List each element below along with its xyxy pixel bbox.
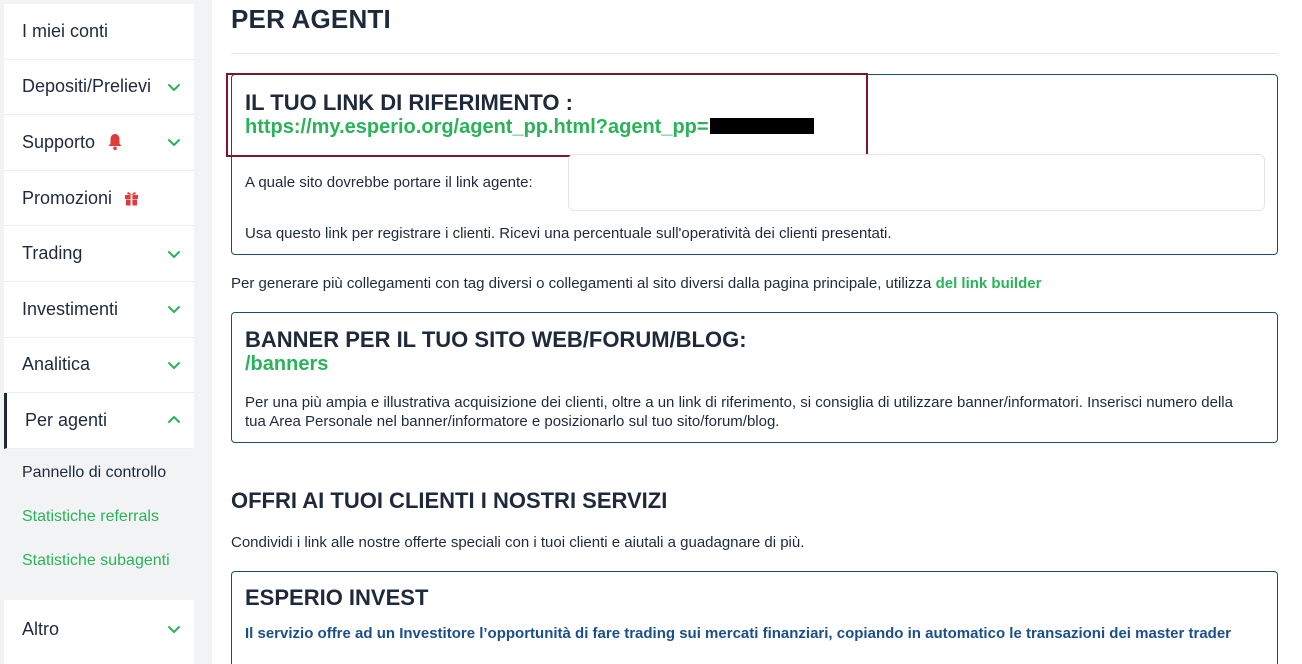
esperio-invest-card: ESPERIO INVEST Il servizio offre ad un I…: [231, 571, 1278, 664]
sidebar-item-label: Supporto: [22, 131, 96, 152]
chevron-down-icon: [168, 361, 180, 369]
referral-link-url-row[interactable]: https://my.esperio.org/agent_pp.html?age…: [245, 116, 814, 139]
sidebar-item-promotions[interactable]: Promozioni: [4, 171, 194, 227]
esperio-invest-text: Il servizio offre ad un Investitore l’op…: [245, 625, 1232, 642]
link-builder-link[interactable]: del link builder: [936, 275, 1042, 292]
sidebar: I miei conti Depositi/Prelievi Supporto …: [0, 0, 212, 664]
submenu-item-control-panel[interactable]: Pannello di controllo: [4, 451, 194, 495]
bell-icon: [107, 133, 123, 151]
chevron-down-icon: [168, 83, 180, 91]
chevron-down-icon: [168, 139, 180, 147]
target-site-label: A quale sito dovrebbe portare il link ag…: [245, 174, 533, 191]
page-title: PER AGENTI: [231, 4, 391, 34]
referral-link-help: Usa questo link per registrare i clienti…: [245, 225, 892, 242]
link-builder-note-text: Per generare più collegamenti con tag di…: [231, 275, 936, 292]
chevron-down-icon: [168, 626, 180, 633]
link-builder-note: Per generare più collegamenti con tag di…: [231, 275, 1041, 292]
sidebar-item-label: Per agenti: [25, 409, 108, 430]
sidebar-item-label: Altro: [22, 618, 60, 639]
banner-card-title: BANNER PER IL TUO SITO WEB/FORUM/BLOG:: [245, 327, 747, 352]
agents-submenu: Pannello di controllo Statistiche referr…: [4, 451, 194, 595]
target-site-input[interactable]: [568, 154, 1265, 211]
sidebar-item-deposits[interactable]: Depositi/Prelievi: [4, 60, 194, 116]
sidebar-item-label: Depositi/Prelievi: [22, 76, 152, 97]
sidebar-item-analytics[interactable]: Analitica: [4, 338, 194, 394]
banners-link[interactable]: /banners: [245, 353, 328, 376]
sidebar-item-trading[interactable]: Trading: [4, 226, 194, 282]
sidebar-item-label: I miei conti: [22, 20, 109, 41]
sidebar-item-other[interactable]: Altro: [4, 600, 194, 658]
submenu-item-referral-stats[interactable]: Statistiche referrals: [4, 495, 194, 539]
banner-card: BANNER PER IL TUO SITO WEB/FORUM/BLOG: /…: [231, 312, 1278, 443]
sidebar-item-investments[interactable]: Investimenti: [4, 282, 194, 338]
submenu-item-subagent-stats[interactable]: Statistiche subagenti: [4, 539, 194, 583]
sidebar-item-label: Analitica: [22, 354, 91, 375]
referral-link-title: IL TUO LINK DI RIFERIMENTO :: [245, 90, 573, 115]
chevron-down-icon: [168, 250, 180, 258]
offer-section-title: OFFRI AI TUOI CLIENTI I NOSTRI SERVIZI: [231, 488, 668, 513]
sidebar-item-support[interactable]: Supporto: [4, 115, 194, 171]
referral-link-url[interactable]: https://my.esperio.org/agent_pp.html?age…: [245, 116, 709, 138]
referral-link-card: IL TUO LINK DI RIFERIMENTO : https://my.…: [226, 73, 1278, 255]
title-divider: [231, 53, 1278, 54]
sidebar-menu: I miei conti Depositi/Prelievi Supporto …: [4, 4, 194, 449]
gift-icon: [124, 190, 139, 206]
redacted-agent-id: [709, 118, 814, 134]
banner-card-text: Per una più ampia e illustrativa acquisi…: [245, 394, 1233, 430]
sidebar-item-label: Trading: [22, 243, 83, 264]
offer-section-subtitle: Condividi i link alle nostre offerte spe…: [231, 534, 805, 551]
chevron-up-icon: [168, 416, 180, 424]
esperio-invest-title: ESPERIO INVEST: [245, 585, 429, 610]
sidebar-item-agents[interactable]: Per agenti: [4, 393, 194, 449]
chevron-down-icon: [168, 306, 180, 314]
sidebar-item-label: Promozioni: [22, 187, 113, 208]
sidebar-item-label: Investimenti: [22, 298, 119, 319]
sidebar-other-section: Altro: [4, 600, 194, 664]
sidebar-item-my-accounts[interactable]: I miei conti: [4, 4, 194, 60]
